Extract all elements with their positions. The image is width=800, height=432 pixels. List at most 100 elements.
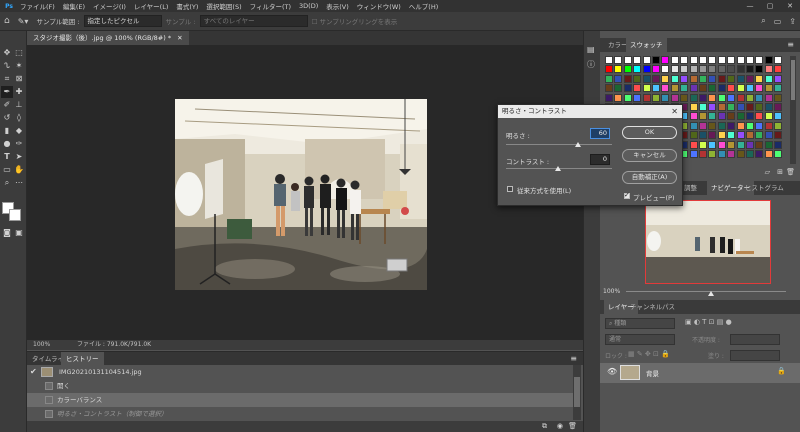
color-swatch[interactable]: [727, 121, 736, 130]
menu-help[interactable]: ヘルプ(H): [405, 1, 442, 11]
color-swatch[interactable]: [605, 65, 613, 74]
navigator-zoom-slider[interactable]: [626, 291, 786, 292]
color-swatch[interactable]: [623, 74, 632, 83]
path-select-icon[interactable]: ➤: [13, 151, 25, 163]
color-swatch[interactable]: [670, 65, 679, 74]
color-swatch[interactable]: [689, 93, 698, 102]
color-swatch[interactable]: [699, 112, 707, 121]
pen-tool-icon[interactable]: ✑: [13, 138, 25, 150]
screen-mode-icon[interactable]: ▣: [13, 227, 25, 239]
color-swatch[interactable]: [764, 56, 773, 64]
color-swatch[interactable]: [764, 103, 773, 111]
scrollbar-thumb[interactable]: [574, 377, 580, 407]
color-swatch[interactable]: [717, 150, 726, 158]
menu-layer[interactable]: レイヤー(L): [130, 1, 173, 11]
menu-file[interactable]: ファイル(F): [16, 1, 59, 11]
brightness-input[interactable]: 60: [590, 128, 610, 139]
color-swatch[interactable]: [623, 84, 632, 93]
color-swatch[interactable]: [633, 93, 642, 102]
navigator-zoom[interactable]: 100%: [603, 288, 620, 295]
color-swatch[interactable]: [755, 93, 764, 102]
menu-edit[interactable]: 編集(E): [59, 1, 89, 11]
color-swatch[interactable]: [717, 140, 726, 149]
color-swatch[interactable]: [708, 121, 717, 130]
color-swatch[interactable]: [699, 56, 707, 64]
color-swatch[interactable]: [717, 74, 726, 83]
history-state[interactable]: 開く: [27, 379, 573, 393]
color-swatch[interactable]: [736, 112, 745, 121]
color-swatch[interactable]: [680, 65, 689, 74]
color-swatch[interactable]: [774, 112, 783, 121]
color-swatch[interactable]: [717, 121, 726, 130]
lasso-tool-icon[interactable]: ᔐ: [1, 60, 13, 72]
history-brush-icon[interactable]: ↺: [1, 112, 13, 124]
color-swatch[interactable]: [755, 74, 764, 83]
color-swatch[interactable]: [764, 65, 773, 74]
color-swatch[interactable]: [746, 56, 754, 64]
color-swatch[interactable]: [708, 74, 717, 83]
color-swatch[interactable]: [699, 74, 707, 83]
status-arrow-icon[interactable]: ›: [131, 340, 133, 350]
minimize-button[interactable]: —: [740, 0, 760, 12]
color-swatch[interactable]: [699, 121, 707, 130]
hand-tool-icon[interactable]: ✋: [13, 164, 25, 176]
color-swatch[interactable]: [689, 56, 698, 64]
menu-window[interactable]: ウィンドウ(W): [353, 1, 405, 11]
contrast-slider-thumb[interactable]: [555, 166, 561, 171]
workspace-icon[interactable]: ▭: [774, 17, 782, 26]
layer-name[interactable]: 背景: [646, 368, 659, 378]
color-swatch[interactable]: [717, 93, 726, 102]
color-swatch[interactable]: [736, 140, 745, 149]
color-swatch[interactable]: [746, 103, 754, 111]
color-swatch[interactable]: [774, 74, 783, 83]
color-swatch[interactable]: [652, 56, 660, 64]
gradient-tool-icon[interactable]: ▮: [1, 125, 13, 137]
history-scrollbar[interactable]: [573, 365, 581, 420]
color-swatch[interactable]: [727, 140, 736, 149]
menu-3d[interactable]: 3D(D): [295, 2, 322, 10]
color-swatch[interactable]: [746, 65, 754, 74]
color-swatch[interactable]: [774, 84, 783, 93]
color-swatch[interactable]: [633, 84, 642, 93]
color-swatch[interactable]: [708, 103, 717, 111]
brush-source-icon[interactable]: ✔: [30, 365, 37, 379]
color-swatch[interactable]: [642, 65, 651, 74]
color-swatch[interactable]: [623, 65, 632, 74]
lock-icons[interactable]: ▦ ✎ ✥ ⊡ 🔒: [628, 350, 670, 358]
photoshop-logo[interactable]: Ps: [2, 0, 16, 12]
color-swatch[interactable]: [764, 150, 773, 158]
brightness-slider[interactable]: [506, 144, 612, 145]
color-swatch[interactable]: [736, 131, 745, 140]
opacity-field[interactable]: [730, 334, 780, 345]
swatch-scrollbar[interactable]: [790, 56, 796, 164]
color-swatch[interactable]: [699, 84, 707, 93]
menu-image[interactable]: イメージ(I): [89, 1, 130, 11]
color-swatch[interactable]: [708, 112, 717, 121]
color-swatch[interactable]: [689, 103, 698, 111]
color-swatch[interactable]: [652, 65, 660, 74]
color-swatch[interactable]: [680, 56, 689, 64]
color-swatch[interactable]: [764, 140, 773, 149]
color-swatch[interactable]: [652, 74, 660, 83]
scrollbar-thumb[interactable]: [791, 60, 795, 100]
color-swatch[interactable]: [755, 84, 764, 93]
color-swatch[interactable]: [699, 103, 707, 111]
menu-select[interactable]: 選択範囲(S): [202, 1, 245, 11]
color-swatch[interactable]: [708, 56, 717, 64]
layer-thumbnail[interactable]: [620, 365, 640, 380]
color-swatch[interactable]: [774, 131, 783, 140]
blend-mode-select[interactable]: 通常: [605, 334, 675, 345]
color-swatch[interactable]: [736, 150, 745, 158]
tab-adjustments[interactable]: 調整: [680, 181, 701, 195]
new-document-icon[interactable]: ⧉: [542, 421, 547, 432]
preview-checkbox[interactable]: [624, 191, 630, 199]
frame-tool-icon[interactable]: ⊠: [13, 73, 25, 85]
fill-field[interactable]: [730, 350, 780, 361]
marquee-tool-icon[interactable]: ⬚: [13, 47, 25, 59]
color-swatch[interactable]: [699, 131, 707, 140]
color-swatch[interactable]: [605, 93, 613, 102]
history-state[interactable]: 明るさ・コントラスト（制御で選択）: [27, 407, 573, 421]
color-swatch[interactable]: [746, 74, 754, 83]
color-swatch[interactable]: [670, 74, 679, 83]
dodge-tool-icon[interactable]: ●: [1, 138, 13, 150]
